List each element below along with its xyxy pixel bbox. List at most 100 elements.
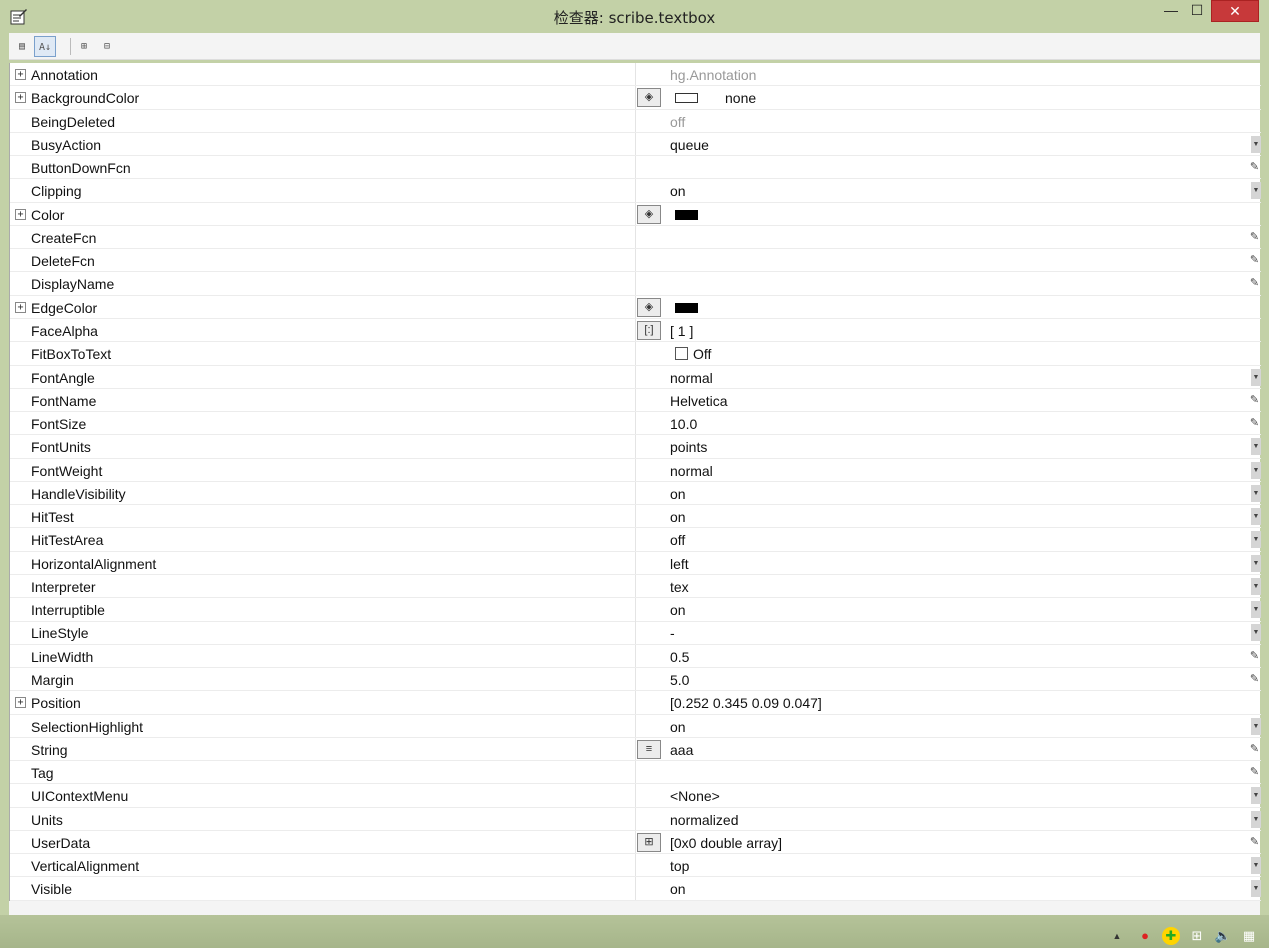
property-row-fontname[interactable]: FontName Helvetica ✎ (10, 388, 1261, 413)
property-value[interactable]: 0.5 (670, 649, 689, 665)
expand-all-icon[interactable]: ⊞ (73, 36, 95, 57)
property-value[interactable]: off (670, 532, 685, 548)
property-row-position[interactable]: + Position [0.252 0.345 0.09 0.047] (10, 691, 1261, 715)
property-value[interactable]: normal (670, 370, 713, 386)
property-value[interactable]: normal (670, 463, 713, 479)
property-row-tag[interactable]: Tag ✎ (10, 761, 1261, 785)
property-value[interactable]: aaa (670, 742, 693, 758)
color-swatch[interactable] (675, 209, 698, 220)
dropdown-arrow-icon[interactable]: ▼ (1251, 554, 1261, 572)
edit-pencil-icon[interactable]: ✎ (1248, 415, 1261, 432)
property-row-uicontextmenu[interactable]: UIContextMenu <None> ▼ (10, 784, 1261, 808)
property-row-linewidth[interactable]: LineWidth 0.5 ✎ (10, 644, 1261, 669)
dropdown-arrow-icon[interactable]: ▼ (1251, 810, 1261, 828)
edit-pencil-icon[interactable]: ✎ (1248, 764, 1261, 781)
text-editor-icon[interactable]: ≡ (637, 739, 661, 759)
dropdown-arrow-icon[interactable]: ▼ (1251, 717, 1261, 735)
color-swatch[interactable] (675, 302, 698, 313)
property-value[interactable]: [ 1 ] (670, 323, 693, 339)
property-row-interpreter[interactable]: Interpreter tex ▼ (10, 574, 1261, 599)
property-value[interactable]: on (670, 509, 686, 525)
property-value[interactable]: tex (670, 579, 689, 595)
property-row-beingdeleted[interactable]: BeingDeleted off (10, 109, 1261, 133)
property-row-createfcn[interactable]: CreateFcn ✎ (10, 225, 1261, 250)
expand-icon[interactable]: + (15, 69, 26, 80)
property-value[interactable]: points (670, 439, 707, 455)
volume-icon[interactable]: 🔈 (1214, 927, 1232, 945)
edit-pencil-icon[interactable]: ✎ (1248, 275, 1261, 292)
dropdown-arrow-icon[interactable]: ▼ (1251, 438, 1261, 456)
dropdown-arrow-icon[interactable]: ▼ (1251, 508, 1261, 526)
property-row-verticalalignment[interactable]: VerticalAlignment top ▼ (10, 854, 1261, 878)
dropdown-arrow-icon[interactable]: ▼ (1251, 624, 1261, 642)
property-value[interactable]: [0.252 0.345 0.09 0.047] (670, 695, 822, 711)
property-value[interactable]: top (670, 858, 689, 874)
array-editor-icon[interactable]: [:] (637, 320, 661, 340)
property-row-margin[interactable]: Margin 5.0 ✎ (10, 668, 1261, 692)
maximize-button[interactable]: ☐ (1184, 0, 1210, 22)
property-value[interactable]: normalized (670, 812, 738, 828)
property-value[interactable]: - (670, 625, 675, 641)
property-row-edgecolor[interactable]: + EdgeColor ◈ (10, 295, 1261, 319)
edit-pencil-icon[interactable]: ✎ (1248, 392, 1261, 409)
close-button[interactable]: ✕ (1211, 0, 1259, 22)
dropdown-arrow-icon[interactable]: ▼ (1251, 531, 1261, 549)
dropdown-arrow-icon[interactable]: ▼ (1251, 880, 1261, 898)
color-editor-icon[interactable]: ◈ (637, 88, 661, 108)
property-value[interactable]: <None> (670, 788, 720, 804)
property-value[interactable]: 5.0 (670, 672, 689, 688)
windows-flag-icon[interactable]: ⊞ (1188, 927, 1206, 945)
property-value[interactable]: on (670, 183, 686, 199)
minimize-button[interactable]: — (1158, 0, 1184, 22)
security-icon[interactable]: ✚ (1162, 927, 1180, 945)
property-row-interruptible[interactable]: Interruptible on ▼ (10, 598, 1261, 622)
property-row-fontangle[interactable]: FontAngle normal ▼ (10, 365, 1261, 389)
title-bar[interactable]: 检查器: scribe.textbox — ☐ ✕ (0, 0, 1269, 33)
checkbox[interactable] (675, 347, 688, 361)
property-row-horizontalalignment[interactable]: HorizontalAlignment left ▼ (10, 551, 1261, 575)
expand-icon[interactable]: + (15, 208, 26, 220)
property-row-annotation[interactable]: + Annotation hg.Annotation (10, 63, 1261, 87)
property-row-fontunits[interactable]: FontUnits points ▼ (10, 435, 1261, 459)
property-row-linestyle[interactable]: LineStyle - ▼ (10, 621, 1261, 645)
property-value[interactable]: none (725, 90, 756, 106)
edit-pencil-icon[interactable]: ✎ (1248, 252, 1261, 269)
show-hidden-icons-icon[interactable]: ▲ (1108, 927, 1126, 945)
qq-icon[interactable]: ● (1136, 927, 1154, 945)
dropdown-arrow-icon[interactable]: ▼ (1251, 461, 1261, 479)
property-row-displayname[interactable]: DisplayName ✎ (10, 272, 1261, 296)
dropdown-arrow-icon[interactable]: ▼ (1251, 577, 1261, 595)
property-row-hittest[interactable]: HitTest on ▼ (10, 505, 1261, 529)
color-editor-icon[interactable]: ◈ (637, 204, 661, 224)
property-value[interactable]: left (670, 556, 689, 572)
property-row-color[interactable]: + Color ◈ (10, 202, 1261, 226)
property-row-backgroundcolor[interactable]: + BackgroundColor ◈ none (10, 86, 1261, 110)
expand-icon[interactable]: + (15, 92, 26, 104)
property-row-fontweight[interactable]: FontWeight normal ▼ (10, 458, 1261, 482)
dropdown-arrow-icon[interactable]: ▼ (1251, 787, 1261, 805)
dropdown-arrow-icon[interactable]: ▼ (1251, 368, 1261, 386)
property-value[interactable]: queue (670, 137, 709, 153)
property-row-busyaction[interactable]: BusyAction queue ▼ (10, 132, 1261, 157)
property-row-userdata[interactable]: UserData ⊞ [0x0 double array] ✎ (10, 830, 1261, 855)
property-row-facealpha[interactable]: FaceAlpha [:] [ 1 ] (10, 318, 1261, 343)
property-value[interactable]: on (670, 486, 686, 502)
color-editor-icon[interactable]: ◈ (637, 297, 661, 317)
property-row-string[interactable]: String ≡ aaa ✎ (10, 737, 1261, 762)
dropdown-arrow-icon[interactable]: ▼ (1251, 135, 1261, 153)
dropdown-arrow-icon[interactable]: ▼ (1251, 182, 1261, 200)
alphabetical-sort-icon[interactable]: A↓ (34, 36, 56, 57)
dropdown-arrow-icon[interactable]: ▼ (1251, 484, 1261, 502)
color-swatch[interactable] (675, 93, 698, 104)
collapse-all-icon[interactable]: ⊟ (96, 36, 118, 57)
edit-pencil-icon[interactable]: ✎ (1248, 671, 1261, 688)
property-value[interactable]: on (670, 719, 686, 735)
edit-pencil-icon[interactable]: ✎ (1248, 648, 1261, 665)
categorized-view-icon[interactable]: ▤ (11, 36, 33, 57)
property-row-buttondownfcn[interactable]: ButtonDownFcn ✎ (10, 156, 1261, 180)
property-row-deletefcn[interactable]: DeleteFcn ✎ (10, 249, 1261, 273)
property-value[interactable]: Helvetica (670, 393, 728, 409)
property-row-visible[interactable]: Visible on ▼ (10, 877, 1261, 901)
property-row-fitboxtotext[interactable]: FitBoxToText Off (10, 342, 1261, 366)
edit-pencil-icon[interactable]: ✎ (1248, 834, 1261, 851)
